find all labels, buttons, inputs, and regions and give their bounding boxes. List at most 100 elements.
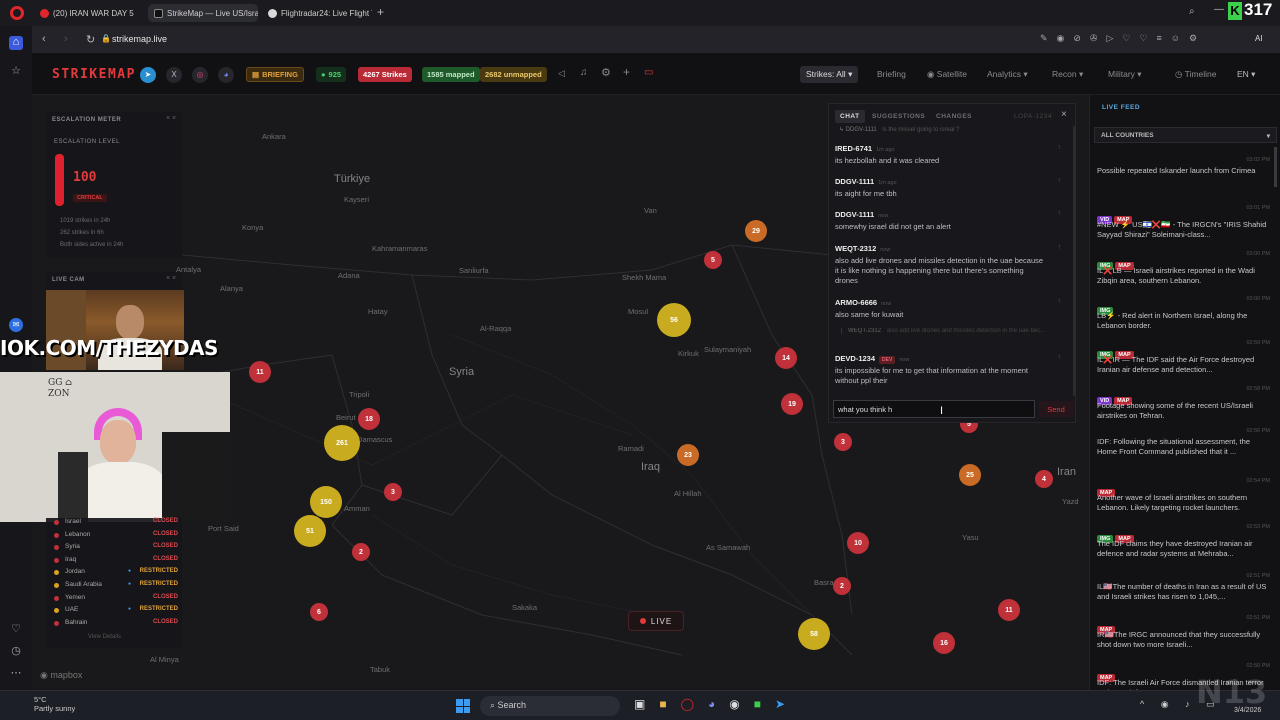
- briefing-button[interactable]: ▤ BRIEFING: [246, 67, 304, 82]
- airspace-row[interactable]: Jordan ● RESTRICTED: [52, 568, 178, 579]
- tab-suggestions[interactable]: SUGGESTIONS: [867, 110, 930, 123]
- tab-flightradar[interactable]: Flightradar24: Live Flight T: [262, 4, 372, 22]
- airspace-row[interactable]: Iraq CLOSED: [52, 556, 178, 567]
- weather-widget[interactable]: 5°C Partly sunny: [34, 695, 75, 713]
- strike-cluster[interactable]: 16: [933, 632, 955, 654]
- view-details-link[interactable]: View Details: [88, 634, 121, 640]
- reply-icon[interactable]: ↑: [1058, 354, 1062, 361]
- airspace-row[interactable]: Lebanon CLOSED: [52, 531, 178, 542]
- windows-start-icon[interactable]: [456, 699, 470, 713]
- strike-cluster[interactable]: 25: [959, 464, 981, 486]
- chat-message-user[interactable]: DDGV-1111 now: [835, 210, 888, 219]
- airspace-row[interactable]: Bahrain CLOSED: [52, 619, 178, 630]
- feed-item-text[interactable]: IL❌LB — Israeli airstrikes reported in t…: [1097, 266, 1269, 286]
- feed-scrollbar[interactable]: [1274, 147, 1277, 187]
- chat-close-icon[interactable]: ×: [1061, 109, 1067, 120]
- chat-toggle-icon[interactable]: ▭: [644, 67, 653, 78]
- feed-item-text[interactable]: IR🇺🇸The IRGC announced that they success…: [1097, 630, 1269, 650]
- messenger-icon[interactable]: ✉: [9, 318, 23, 332]
- opera-logo-icon[interactable]: [10, 6, 24, 20]
- airspace-row[interactable]: Yemen CLOSED: [52, 594, 178, 605]
- add-icon[interactable]: +: [623, 65, 630, 79]
- feed-item-text[interactable]: Another wave of Israeli airstrikes on so…: [1097, 493, 1269, 513]
- search-tabs-icon[interactable]: ⌕: [1189, 6, 1195, 17]
- nav-recon[interactable]: Recon ▾: [1052, 69, 1083, 80]
- panel-close-icon[interactable]: × ×: [166, 115, 176, 122]
- minimize-icon[interactable]: —: [1214, 4, 1224, 15]
- panel-close-icon[interactable]: × ×: [166, 275, 176, 282]
- feed-item-text[interactable]: IL🇺🇸The number of deaths in Iran as a re…: [1097, 582, 1269, 602]
- strike-cluster[interactable]: 261: [324, 425, 360, 461]
- strike-cluster[interactable]: 3: [834, 433, 852, 451]
- feed-item-text[interactable]: IL❌IR — The IDF said the Air Force destr…: [1097, 355, 1269, 375]
- strike-cluster[interactable]: 2: [352, 543, 370, 561]
- reply-icon[interactable]: ↑: [1058, 210, 1062, 217]
- nav-analytics[interactable]: Analytics ▾: [987, 69, 1028, 80]
- strike-cluster[interactable]: 11: [249, 361, 271, 383]
- airspace-row[interactable]: UAE ● RESTRICTED: [52, 606, 178, 617]
- airspace-row[interactable]: Syria CLOSED: [52, 543, 178, 554]
- back-icon[interactable]: ‹: [42, 33, 46, 45]
- ai-button[interactable]: AI: [1255, 34, 1263, 43]
- language-selector[interactable]: EN ▾: [1237, 69, 1255, 80]
- strike-cluster[interactable]: 58: [798, 618, 830, 650]
- feed-item-text[interactable]: Footage showing some of the recent US/Is…: [1097, 401, 1269, 421]
- chat-message-user[interactable]: IRED-6741 1m ago: [835, 144, 894, 153]
- url-field[interactable]: strikemap.live: [112, 34, 167, 44]
- tab-changes[interactable]: CHANGES: [931, 110, 977, 123]
- reply-icon[interactable]: ↑: [1058, 244, 1062, 251]
- strikes-filter-button[interactable]: Strikes: All ▾: [800, 66, 859, 83]
- heart-icon[interactable]: ♡: [9, 622, 23, 636]
- airspace-row[interactable]: Israel CLOSED: [52, 518, 178, 529]
- strike-cluster[interactable]: 3: [384, 483, 402, 501]
- strike-cluster[interactable]: 23: [677, 444, 699, 466]
- feed-item-text[interactable]: IDF: Following the situational assessmen…: [1097, 437, 1269, 457]
- discord-icon[interactable]: ◕: [218, 67, 234, 83]
- chat-message-user[interactable]: DEVD-1234 DEV now: [835, 354, 909, 364]
- taskbar-search[interactable]: ⌕ Search: [480, 696, 620, 716]
- new-tab-icon[interactable]: +: [377, 5, 384, 19]
- settings-gear-icon[interactable]: ⚙: [601, 66, 611, 79]
- strike-cluster[interactable]: 56: [657, 303, 691, 337]
- browser-toolbar-icons[interactable]: ✎◉⊘✇▷♡♡≡☺⚙: [1040, 33, 1206, 44]
- more-icon[interactable]: ⋯: [9, 666, 23, 680]
- strike-cluster[interactable]: 4: [1035, 470, 1053, 488]
- reply-icon[interactable]: ↑: [1058, 144, 1062, 151]
- strike-cluster[interactable]: 29: [745, 220, 767, 242]
- strike-cluster[interactable]: 51: [294, 515, 326, 547]
- chat-message-user[interactable]: ARMO-6666 now: [835, 298, 891, 307]
- strike-cluster[interactable]: 6: [310, 603, 328, 621]
- airspace-row[interactable]: Saudi Arabia ● RESTRICTED: [52, 581, 178, 592]
- instagram-icon[interactable]: ◎: [192, 67, 208, 83]
- strike-cluster[interactable]: 10: [847, 532, 869, 554]
- home-icon[interactable]: ⌂: [9, 36, 23, 50]
- tab-strikemap[interactable]: StrikeMap — Live US/Isra: [148, 4, 258, 22]
- strike-cluster[interactable]: 2: [833, 577, 851, 595]
- nav-military[interactable]: Military ▾: [1108, 69, 1142, 80]
- strikemap-logo[interactable]: STRIKEMAP: [52, 67, 136, 82]
- tab-youtube[interactable]: (20) IRAN WAR DAY 5: [34, 4, 144, 22]
- country-filter-dropdown[interactable]: ALL COUNTRIES ▾: [1094, 127, 1277, 143]
- reply-icon[interactable]: ↑: [1058, 177, 1062, 184]
- strike-cluster[interactable]: 11: [998, 599, 1020, 621]
- nav-timeline[interactable]: ◷ Timeline: [1175, 69, 1216, 80]
- feed-item-text[interactable]: LB⚡ - Red alert in Northern Israel, alon…: [1097, 311, 1269, 331]
- bell-icon[interactable]: ♫: [580, 67, 588, 78]
- chat-scrollbar[interactable]: [1073, 126, 1076, 396]
- clock-icon[interactable]: ◷: [9, 644, 23, 658]
- chat-message-user[interactable]: WEQT-2312 now: [835, 244, 890, 253]
- strike-cluster[interactable]: 18: [358, 408, 380, 430]
- send-button[interactable]: Send: [1039, 401, 1073, 417]
- strike-cluster[interactable]: 150: [310, 486, 342, 518]
- forward-icon[interactable]: ›: [64, 33, 68, 45]
- star-icon[interactable]: ☆: [9, 64, 23, 78]
- mute-icon[interactable]: ◁: [558, 68, 565, 79]
- nav-briefing[interactable]: Briefing: [877, 69, 906, 79]
- strike-cluster[interactable]: 14: [775, 347, 797, 369]
- feed-item-text[interactable]: Possible repeated Iskander launch from C…: [1097, 166, 1269, 176]
- chat-message-input[interactable]: [833, 400, 1035, 418]
- taskbar-apps[interactable]: ▣■◯◕◉■➤: [634, 697, 799, 711]
- strike-cluster[interactable]: 19: [781, 393, 803, 415]
- chat-message-user[interactable]: DDGV-1111 1m ago: [835, 177, 897, 186]
- reload-icon[interactable]: ↻: [86, 33, 95, 46]
